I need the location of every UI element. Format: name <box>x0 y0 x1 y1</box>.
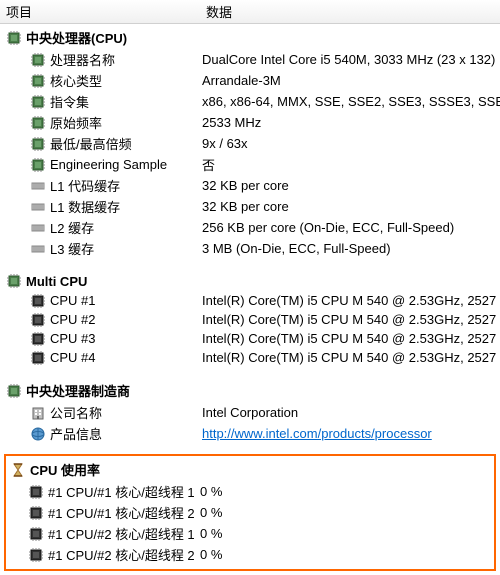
section-title-multi[interactable]: Multi CPU <box>6 271 500 291</box>
row-product-info[interactable]: 产品信息 http://www.intel.com/products/proce… <box>6 423 500 444</box>
section-title-label: CPU 使用率 <box>30 460 100 479</box>
row-value: 3 MB (On-Die, ECC, Full-Speed) <box>202 241 500 256</box>
row-label: CPU #4 <box>50 350 96 365</box>
row-value: 0 % <box>200 505 494 520</box>
globe-icon <box>30 426 46 442</box>
row-value: x86, x86-64, MMX, SSE, SSE2, SSE3, SSSE3… <box>202 94 500 109</box>
row-value: Intel(R) Core(TM) i5 CPU M 540 @ 2.53GHz… <box>202 293 500 308</box>
chip-icon <box>30 115 46 131</box>
row-value: 32 KB per core <box>202 199 500 214</box>
row-label: 原始频率 <box>50 113 102 132</box>
chip-icon <box>30 136 46 152</box>
row-label: L1 数据缓存 <box>50 197 120 216</box>
row-value: 32 KB per core <box>202 178 500 193</box>
list-item[interactable]: Engineering Sample 否 <box>6 154 500 175</box>
row-value: 256 KB per core (On-Die, ECC, Full-Speed… <box>202 220 500 235</box>
list-item[interactable]: CPU #2 Intel(R) Core(TM) i5 CPU M 540 @ 2… <box>6 310 500 329</box>
section-multi-cpu: Multi CPU CPU #1 Intel(R) Core(TM) i5 CPU… <box>0 269 500 369</box>
row-value: Intel Corporation <box>202 405 500 420</box>
chip-dark-icon <box>28 547 44 563</box>
row-label: #1 CPU/#1 核心/超线程 1 <box>48 482 195 501</box>
section-cpu-usage: CPU 使用率 #1 CPU/#1 核心/超线程 10 %#1 CPU/#1 核… <box>4 454 496 571</box>
list-item[interactable]: 最低/最高倍频 9x / 63x <box>6 133 500 154</box>
cache-icon <box>30 178 46 194</box>
row-label: 产品信息 <box>50 424 102 443</box>
chip-icon <box>30 73 46 89</box>
list-item[interactable]: L1 代码缓存 32 KB per core <box>6 175 500 196</box>
row-value: 0 % <box>200 484 494 499</box>
row-value: 0 % <box>200 547 494 562</box>
building-icon <box>30 405 46 421</box>
row-value: Arrandale-3M <box>202 73 500 88</box>
row-label: L1 代码缓存 <box>50 176 120 195</box>
cache-icon <box>30 220 46 236</box>
section-title-label: 中央处理器制造商 <box>26 381 130 400</box>
list-item[interactable]: L2 缓存 256 KB per core (On-Die, ECC, Full-… <box>6 217 500 238</box>
row-value: DualCore Intel Core i5 540M, 3033 MHz (2… <box>202 52 500 67</box>
chip-icon <box>6 30 22 46</box>
list-item[interactable]: #1 CPU/#1 核心/超线程 1 0 % <box>8 481 494 502</box>
chip-icon <box>6 383 22 399</box>
row-value: 否 <box>202 155 500 174</box>
list-item[interactable]: 原始频率 2533 MHz <box>6 112 500 133</box>
row-label: CPU #2 <box>50 312 96 327</box>
product-link[interactable]: http://www.intel.com/products/processor <box>202 426 432 441</box>
section-title-cpu[interactable]: 中央处理器(CPU) <box>6 26 500 49</box>
column-header: 项目 数据 <box>0 0 500 24</box>
row-label: L3 缓存 <box>50 239 94 258</box>
chip-icon <box>30 94 46 110</box>
row-label: Engineering Sample <box>50 157 167 172</box>
list-item[interactable]: 指令集 x86, x86-64, MMX, SSE, SSE2, SSE3, SS… <box>6 91 500 112</box>
row-label: L2 缓存 <box>50 218 94 237</box>
section-cpu: 中央处理器(CPU) 处理器名称 DualCore Intel Core i5 5… <box>0 24 500 261</box>
list-item[interactable]: CPU #1 Intel(R) Core(TM) i5 CPU M 540 @ 2… <box>6 291 500 310</box>
row-value: 9x / 63x <box>202 136 500 151</box>
row-value: Intel(R) Core(TM) i5 CPU M 540 @ 2.53GHz… <box>202 312 500 327</box>
row-label: 处理器名称 <box>50 50 115 69</box>
chip-dark-icon <box>30 312 46 328</box>
list-item[interactable]: 处理器名称 DualCore Intel Core i5 540M, 3033 M… <box>6 49 500 70</box>
section-title-label: 中央处理器(CPU) <box>26 28 127 47</box>
section-title-usage[interactable]: CPU 使用率 <box>8 458 494 481</box>
row-value: Intel(R) Core(TM) i5 CPU M 540 @ 2.53GHz… <box>202 350 500 365</box>
cache-icon <box>30 199 46 215</box>
chip-dark-icon <box>28 484 44 500</box>
row-label: 最低/最高倍频 <box>50 134 132 153</box>
row-label: #1 CPU/#2 核心/超线程 1 <box>48 524 195 543</box>
chip-icon <box>6 273 22 289</box>
list-item[interactable]: #1 CPU/#2 核心/超线程 10 % <box>8 523 494 544</box>
row-label: 核心类型 <box>50 71 102 90</box>
chip-icon <box>30 157 46 173</box>
row-value: Intel(R) Core(TM) i5 CPU M 540 @ 2.53GHz… <box>202 331 500 346</box>
list-item[interactable]: CPU #4 Intel(R) Core(TM) i5 CPU M 540 @ 2… <box>6 348 500 367</box>
row-label: CPU #3 <box>50 331 96 346</box>
chip-dark-icon <box>30 331 46 347</box>
row-label: 指令集 <box>50 92 89 111</box>
cache-icon <box>30 241 46 257</box>
row-label: #1 CPU/#1 核心/超线程 2 <box>48 503 195 522</box>
header-data[interactable]: 数据 <box>202 2 500 21</box>
list-item[interactable]: CPU #3 Intel(R) Core(TM) i5 CPU M 540 @ 2… <box>6 329 500 348</box>
row-value: 2533 MHz <box>202 115 500 130</box>
list-item[interactable]: L3 缓存 3 MB (On-Die, ECC, Full-Speed) <box>6 238 500 259</box>
chip-icon <box>30 52 46 68</box>
chip-dark-icon <box>28 505 44 521</box>
chip-dark-icon <box>30 350 46 366</box>
chip-dark-icon <box>28 526 44 542</box>
chip-dark-icon <box>30 293 46 309</box>
list-item[interactable]: 核心类型 Arrandale-3M <box>6 70 500 91</box>
hourglass-icon <box>10 462 26 478</box>
section-title-maker[interactable]: 中央处理器制造商 <box>6 379 500 402</box>
header-item[interactable]: 项目 <box>0 2 202 21</box>
row-label: CPU #1 <box>50 293 96 308</box>
list-item[interactable]: L1 数据缓存 32 KB per core <box>6 196 500 217</box>
section-manufacturer: 中央处理器制造商 公司名称 Intel Corporation 产品信息 htt… <box>0 377 500 446</box>
list-item[interactable]: #1 CPU/#2 核心/超线程 2 0 % <box>8 544 494 565</box>
row-company[interactable]: 公司名称 Intel Corporation <box>6 402 500 423</box>
row-label: #1 CPU/#2 核心/超线程 2 <box>48 545 195 564</box>
section-title-label: Multi CPU <box>26 274 87 289</box>
list-item[interactable]: #1 CPU/#1 核心/超线程 2 0 % <box>8 502 494 523</box>
row-label: 公司名称 <box>50 403 102 422</box>
